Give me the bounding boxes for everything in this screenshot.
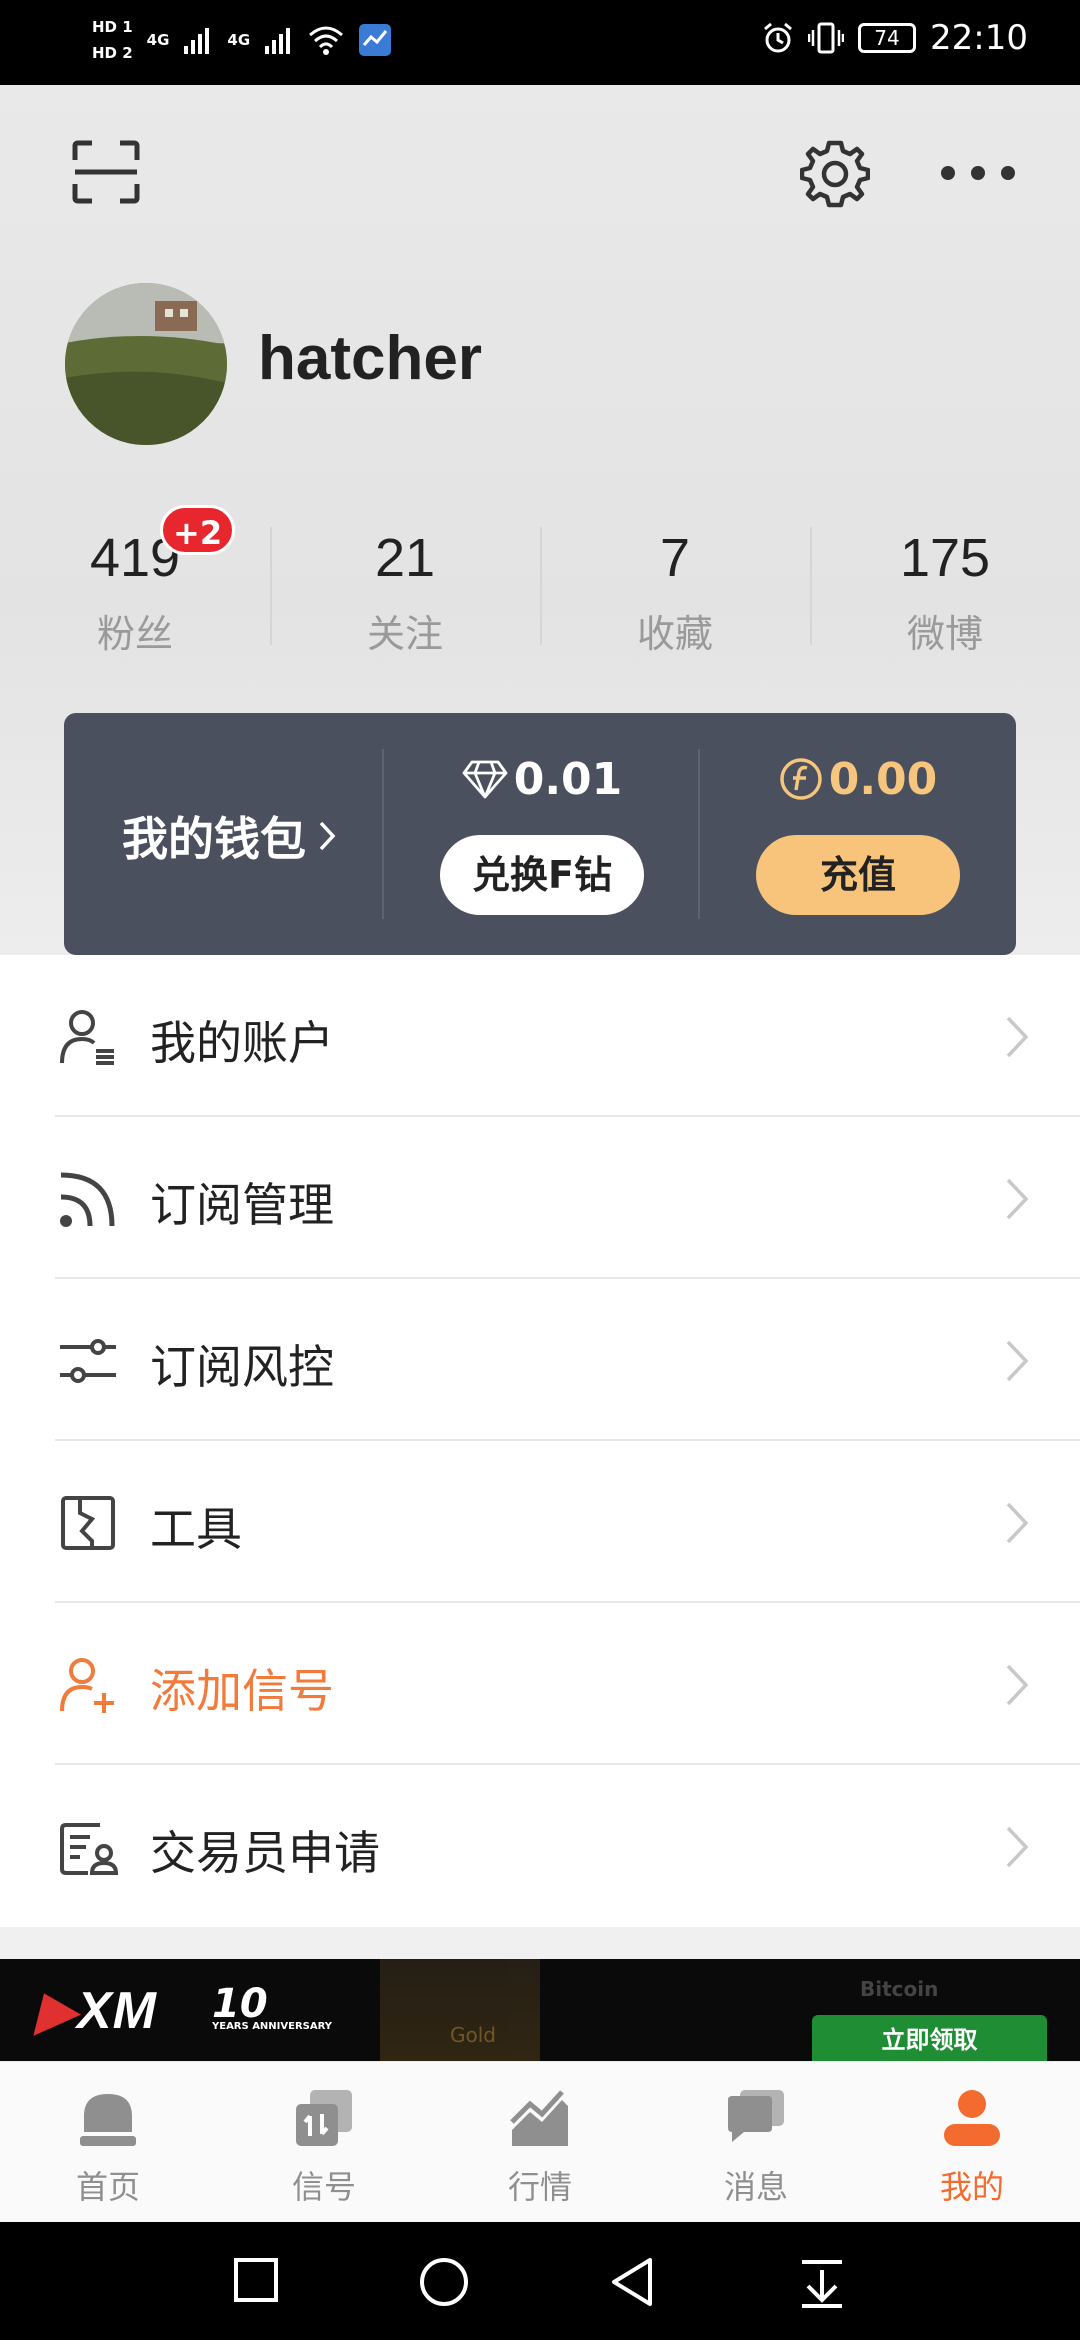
scan-icon[interactable] xyxy=(72,140,140,204)
sim2-indicator: HD 2 xyxy=(92,44,133,62)
network2-label: 4G xyxy=(227,31,251,49)
recharge-button[interactable]: 充值 xyxy=(756,835,960,915)
stat-following[interactable]: 21 关注 xyxy=(270,505,540,665)
profile-header: hatcher 419 粉丝 +2 21 关注 7 收藏 175 微博 我的钱包 xyxy=(0,85,1080,955)
alarm-icon xyxy=(764,22,792,53)
tab-me[interactable]: 我的 xyxy=(864,2062,1080,2222)
menu-label: 交易员申请 xyxy=(150,1826,380,1880)
chevron-right-icon xyxy=(319,821,336,851)
avatar-image xyxy=(65,283,227,445)
rss-icon xyxy=(60,1172,115,1227)
anniversary-logo: 10 YEARS ANNIVERSARY xyxy=(212,1981,332,2032)
back-icon[interactable] xyxy=(608,2256,656,2308)
stat-weibo[interactable]: 175 微博 xyxy=(810,505,1080,665)
account-icon xyxy=(60,1010,114,1065)
id-card-icon xyxy=(60,1823,118,1875)
menu-item-tools[interactable]: 工具 xyxy=(0,1441,1080,1603)
stat-value: 21 xyxy=(374,528,436,588)
settings-menu: 我的账户 订阅管理 订阅风控 工具 添加信号 交易员申请 xyxy=(0,955,1080,1927)
chat-icon xyxy=(728,2090,784,2142)
stat-label: 收藏 xyxy=(636,612,713,656)
tab-label: 我的 xyxy=(939,2168,1004,2206)
signal1-icon xyxy=(184,28,210,54)
chevron-right-icon xyxy=(1006,1826,1029,1868)
menu-label: 订阅管理 xyxy=(150,1178,334,1232)
stat-label: 关注 xyxy=(366,612,443,656)
stat-value: 175 xyxy=(899,528,991,588)
wifi-icon xyxy=(309,26,344,55)
bottom-nav: 首页 信号 行情 消息 我的 xyxy=(0,2061,1080,2222)
tab-label: 信号 xyxy=(291,2168,356,2206)
stat-value: 7 xyxy=(659,528,691,588)
chevron-right-icon xyxy=(1006,1340,1029,1382)
tool-icon xyxy=(61,1496,115,1550)
coin-balance: 0.00 充值 xyxy=(700,749,1016,915)
diamond-icon xyxy=(462,760,508,799)
recents-icon[interactable] xyxy=(232,2256,280,2304)
clock: 22:10 xyxy=(930,18,1028,58)
coin-value: 0.00 xyxy=(828,753,938,805)
tab-label: 首页 xyxy=(75,2168,140,2206)
chevron-right-icon xyxy=(1006,1664,1029,1706)
gear-icon[interactable] xyxy=(800,139,870,209)
more-icon[interactable] xyxy=(940,165,1016,181)
xm-logo: ▶XM xyxy=(36,1982,157,2040)
section-gap xyxy=(0,1927,1080,1959)
app-notification-icon xyxy=(359,24,392,56)
network1-label: 4G xyxy=(146,31,170,49)
home-button-icon[interactable] xyxy=(418,2256,470,2308)
profile-stats: 419 粉丝 +2 21 关注 7 收藏 175 微博 xyxy=(0,505,1080,665)
menu-item-add-signal[interactable]: 添加信号 xyxy=(0,1603,1080,1765)
gold-bar-image: Gold xyxy=(380,1959,540,2061)
ad-banner[interactable]: ▶XM 10 YEARS ANNIVERSARY Gold Bitcoin 立即领… xyxy=(0,1959,1080,2061)
claim-button[interactable]: 立即领取 xyxy=(812,2015,1047,2061)
status-bar: HD 1 HD 2 4G 4G 74 22:10 xyxy=(0,0,1080,85)
system-nav-bar xyxy=(0,2222,1080,2340)
home-icon xyxy=(80,2094,136,2146)
wallet-title: 我的钱包 xyxy=(122,812,306,866)
stat-label: 粉丝 xyxy=(96,612,173,656)
signal2-icon xyxy=(265,28,291,54)
menu-label: 添加信号 xyxy=(150,1664,334,1718)
exchange-button[interactable]: 兑换F钻 xyxy=(440,835,644,915)
new-fans-badge: +2 xyxy=(160,505,236,555)
menu-label: 工具 xyxy=(150,1502,242,1556)
menu-label: 订阅风控 xyxy=(150,1340,334,1394)
menu-label: 我的账户 xyxy=(150,1016,334,1070)
vibrate-icon xyxy=(808,22,845,54)
menu-item-subscriptions[interactable]: 订阅管理 xyxy=(0,1117,1080,1279)
tab-home[interactable]: 首页 xyxy=(0,2062,216,2222)
market-chart-icon xyxy=(510,2090,568,2146)
stat-label: 微博 xyxy=(906,612,983,656)
notification-pull-icon[interactable] xyxy=(798,2256,846,2308)
add-user-icon xyxy=(60,1658,114,1713)
diamond-value: 0.01 xyxy=(513,753,623,805)
menu-item-risk-control[interactable]: 订阅风控 xyxy=(0,1279,1080,1441)
username[interactable]: hatcher xyxy=(258,323,482,394)
chevron-right-icon xyxy=(1006,1502,1029,1544)
bitcoin-label: Bitcoin xyxy=(860,1977,939,2001)
chevron-right-icon xyxy=(1006,1178,1029,1220)
tab-label: 行情 xyxy=(507,2168,572,2206)
wallet-link[interactable]: 我的钱包 xyxy=(122,803,336,869)
battery-indicator: 74 xyxy=(858,23,917,53)
tab-messages[interactable]: 消息 xyxy=(648,2062,864,2222)
f-coin-icon xyxy=(779,758,822,800)
chevron-right-icon xyxy=(1006,1016,1029,1058)
tab-market[interactable]: 行情 xyxy=(432,2062,648,2222)
menu-item-trader-application[interactable]: 交易员申请 xyxy=(0,1765,1080,1927)
user-icon xyxy=(944,2090,1000,2146)
stat-favorites[interactable]: 7 收藏 xyxy=(540,505,810,665)
tab-signals[interactable]: 信号 xyxy=(216,2062,432,2222)
stat-fans[interactable]: 419 粉丝 +2 xyxy=(0,505,270,665)
avatar[interactable] xyxy=(65,283,227,445)
wallet-card: 我的钱包 0.01 兑换F钻 0.00 充值 xyxy=(64,713,1016,955)
tab-label: 消息 xyxy=(723,2168,788,2206)
signals-icon xyxy=(296,2090,352,2146)
diamond-balance: 0.01 兑换F钻 xyxy=(384,749,700,915)
sliders-icon xyxy=(60,1339,116,1383)
menu-item-account[interactable]: 我的账户 xyxy=(0,955,1080,1117)
sim1-indicator: HD 1 xyxy=(92,18,133,36)
